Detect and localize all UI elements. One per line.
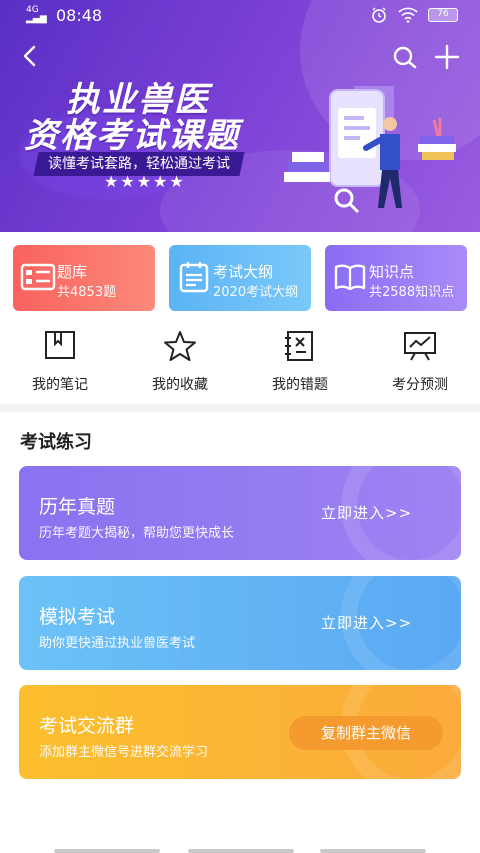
quick-action-label: 我的收藏 <box>152 377 208 393</box>
signal-indicator: 4G ▂▄▆ <box>26 6 47 24</box>
bottom-indicator <box>188 849 294 853</box>
wifi-icon <box>398 7 418 23</box>
category-question-bank[interactable]: 题库 共4853题 <box>13 245 155 311</box>
rating-stars: ★★★★★ <box>104 172 186 191</box>
knowledge-book-icon <box>334 264 366 291</box>
notebook-icon <box>45 331 75 359</box>
bottom-indicator <box>54 849 160 853</box>
practice-desc: 添加群主微信号进群交流学习 <box>39 745 209 760</box>
quick-action-label: 我的笔记 <box>32 377 88 393</box>
header-banner: 4G ▂▄▆ 08:48 76 执业兽医 资格考试课题 读懂考试套路，轻松通过考… <box>0 0 480 232</box>
bottom-indicator <box>320 849 426 853</box>
copy-wechat-button[interactable]: 复制群主微信 <box>289 716 443 750</box>
practice-card-mock-exam[interactable]: 模拟考试 助你更快通过执业兽医考试 立即进入>> <box>19 576 461 670</box>
back-button[interactable] <box>16 42 44 70</box>
status-time: 08:48 <box>56 6 103 25</box>
quick-action-favorites[interactable]: 我的收藏 <box>120 330 240 394</box>
signal-bars-icon: ▂▄▆ <box>26 14 47 24</box>
practice-card-past-exams[interactable]: 历年真题 历年考题大揭秘，帮助您更快成长 立即进入>> <box>19 466 461 560</box>
mistakes-icon <box>285 331 313 361</box>
practice-title: 模拟考试 <box>39 606 116 628</box>
status-right: 76 <box>370 6 458 24</box>
alarm-icon <box>372 7 386 23</box>
practice-title: 历年真题 <box>39 496 116 518</box>
battery-icon: 76 <box>428 8 458 22</box>
practice-title: 考试交流群 <box>39 715 135 737</box>
status-bar: 4G ▂▄▆ 08:48 76 <box>0 0 480 32</box>
quick-action-label: 我的错题 <box>272 377 328 393</box>
banner-title-line2: 资格考试课题 <box>24 116 240 156</box>
add-button[interactable] <box>432 42 462 72</box>
category-subtitle: 2020考试大纲 <box>213 285 299 300</box>
question-bank-icon <box>20 263 56 291</box>
quick-action-label: 考分预测 <box>392 377 448 393</box>
section-divider <box>0 404 480 412</box>
category-syllabus[interactable]: 考试大纲 2020考试大纲 <box>169 245 311 311</box>
practice-desc: 历年考题大揭秘，帮助您更快成长 <box>39 526 235 541</box>
section-title: 考试练习 <box>20 432 92 453</box>
category-title: 知识点 <box>369 263 415 281</box>
category-title: 题库 <box>57 263 88 281</box>
score-prediction-icon <box>404 332 436 361</box>
practice-desc: 助你更快通过执业兽医考试 <box>39 636 196 651</box>
practice-card-exchange-group[interactable]: 考试交流群 添加群主微信号进群交流学习 复制群主微信 <box>19 685 461 779</box>
search-button[interactable] <box>390 42 420 72</box>
enter-link[interactable]: 立即进入>> <box>321 612 412 633</box>
study-illustration <box>284 86 456 214</box>
enter-link[interactable]: 立即进入>> <box>321 502 412 523</box>
syllabus-icon <box>179 262 209 293</box>
category-knowledge[interactable]: 知识点 共2588知识点 <box>325 245 467 311</box>
quick-action-mistakes[interactable]: 我的错题 <box>240 330 360 394</box>
category-title: 考试大纲 <box>213 263 274 281</box>
star-icon <box>164 331 196 361</box>
category-subtitle: 共2588知识点 <box>369 285 455 300</box>
battery-level: 76 <box>437 9 449 19</box>
quick-action-score-prediction[interactable]: 考分预测 <box>360 330 480 394</box>
category-subtitle: 共4853题 <box>57 285 117 300</box>
quick-action-notes[interactable]: 我的笔记 <box>0 330 120 394</box>
